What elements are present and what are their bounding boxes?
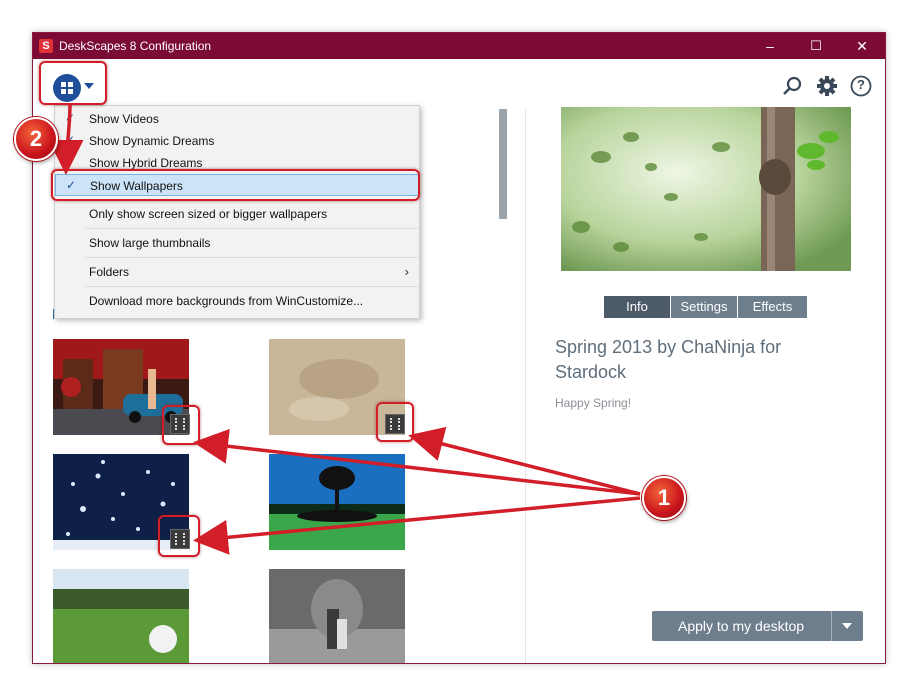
menu-item-screen-sized-only[interactable]: Only show screen sized or bigger wallpap… [55, 203, 419, 225]
highlight-box [376, 402, 414, 442]
help-glyph: ? [857, 77, 865, 92]
pane-divider [525, 109, 526, 663]
toolbar: ? [33, 59, 885, 109]
menu-item-label: Download more backgrounds from WinCustom… [89, 294, 364, 308]
tab-info[interactable]: Info [604, 296, 670, 318]
menu-item-label: Only show screen sized or bigger wallpap… [89, 207, 328, 221]
chevron-down-icon[interactable] [831, 611, 864, 641]
view-options-menu: ✓ Show Videos ✓ Show Dynamic Dreams ✓ Sh… [54, 105, 420, 319]
deskscapes-logo-icon: S [39, 39, 53, 53]
annotation-badge-1: 1 [642, 476, 686, 520]
maximize-button[interactable]: ☐ [793, 33, 839, 59]
menu-item-label: Show Hybrid Dreams [89, 156, 203, 170]
scrollbar[interactable] [499, 109, 507, 219]
highlight-box [51, 169, 420, 201]
apply-button-label: Apply to my desktop [678, 618, 805, 634]
search-icon[interactable] [781, 74, 805, 98]
gear-icon[interactable] [815, 74, 839, 98]
highlight-box [39, 61, 107, 105]
menu-separator [85, 257, 419, 258]
menu-item-folders[interactable]: Folders › [55, 261, 419, 283]
highlight-box [162, 405, 200, 445]
menu-item-show-dynamic-dreams[interactable]: ✓ Show Dynamic Dreams [55, 130, 419, 152]
chevron-right-icon: › [404, 264, 409, 279]
window-title: DeskScapes 8 Configuration [59, 39, 212, 53]
wallpaper-title: Spring 2013 by ChaNinja for Stardock [555, 337, 782, 382]
thumbnail[interactable] [269, 454, 405, 550]
check-icon: ✓ [65, 133, 76, 147]
apply-button[interactable]: Apply to my desktop [652, 611, 863, 641]
menu-separator [85, 228, 419, 229]
check-icon: ✓ [65, 111, 76, 125]
wallpaper-preview [561, 107, 851, 271]
check-icon: ✓ [65, 155, 76, 169]
thumbnail[interactable] [53, 569, 189, 663]
app-window: S DeskScapes 8 Configuration – ☐ ✕ ? ✓ S… [32, 32, 886, 664]
thumbnail[interactable] [269, 569, 405, 663]
highlight-box [158, 515, 200, 557]
annotation-badge-2: 2 [14, 117, 58, 161]
wallpaper-description: Happy Spring! [555, 396, 632, 410]
minimize-button[interactable]: – [747, 33, 793, 59]
help-icon[interactable]: ? [849, 74, 873, 98]
menu-item-download-more[interactable]: Download more backgrounds from WinCustom… [55, 290, 419, 312]
menu-item-label: Show Videos [89, 112, 159, 126]
menu-item-show-videos[interactable]: ✓ Show Videos [55, 108, 419, 130]
menu-separator [85, 286, 419, 287]
menu-item-label: Show large thumbnails [89, 236, 211, 250]
menu-item-label: Folders [89, 265, 130, 279]
menu-item-label: Show Dynamic Dreams [89, 134, 215, 148]
menu-item-large-thumbnails[interactable]: Show large thumbnails [55, 232, 419, 254]
title-bar[interactable]: S DeskScapes 8 Configuration – ☐ ✕ [33, 33, 885, 59]
tab-effects[interactable]: Effects [738, 296, 807, 318]
close-button[interactable]: ✕ [839, 33, 885, 59]
tab-settings[interactable]: Settings [671, 296, 737, 318]
